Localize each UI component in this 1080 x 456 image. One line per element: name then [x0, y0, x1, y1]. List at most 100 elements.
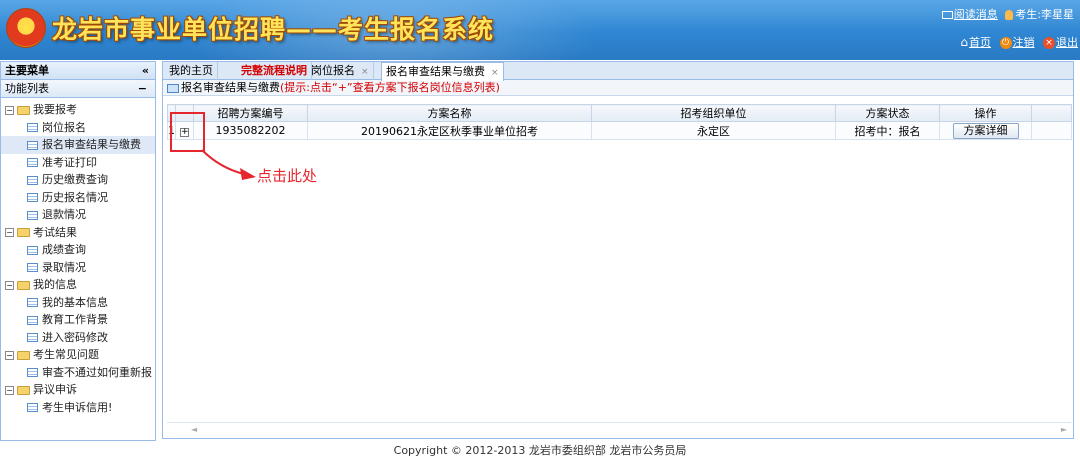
folder-icon: [17, 350, 30, 360]
row-expand-cell: +: [175, 121, 194, 140]
tab-label: 岗位报名: [311, 64, 355, 77]
header-unit[interactable]: 招考组织单位: [591, 104, 836, 122]
tab-home[interactable]: 我的主页: [165, 62, 218, 80]
sidebar-item-admission-print[interactable]: 准考证打印: [1, 154, 155, 172]
scroll-right-icon[interactable]: ►: [1061, 423, 1067, 437]
tree-folder-apply[interactable]: − 我要报考: [1, 101, 155, 119]
page-icon: [27, 298, 38, 307]
row-spacer: [1031, 121, 1072, 140]
page-icon: [27, 368, 38, 377]
sidebar-item-reapply-faq[interactable]: 审查不通过如何重新报: [1, 364, 155, 382]
tree-toggle-icon[interactable]: −: [5, 105, 14, 115]
tab-review-payment[interactable]: 报名审查结果与缴费 ×: [381, 62, 504, 81]
function-list-title: 功能列表: [5, 82, 49, 95]
page-icon: [27, 123, 38, 132]
sidebar-item-label: 准考证打印: [42, 155, 97, 169]
tree-toggle-icon[interactable]: −: [5, 280, 14, 290]
header-status[interactable]: 方案状态: [835, 104, 940, 122]
row-status: 招考中：报名: [835, 121, 940, 140]
tree-folder-my-info[interactable]: − 我的信息: [1, 276, 155, 294]
menu-tree: − 我要报考 岗位报名 报名审查结果与缴费 准考证打印 历史缴费查询 历史报名情况…: [1, 98, 155, 416]
page-icon: [27, 403, 38, 412]
header-bar: 龙岩市事业单位招聘——考生报名系统 阅读消息 考生:李星星 ⌂首页 ⏻注销 ×退…: [0, 0, 1080, 60]
main-panel: 我的主页 完整流程说明 岗位报名 × 报名审查结果与缴费 × 报名审查结果与缴费(提…: [162, 61, 1074, 439]
sidebar-item-appeal[interactable]: 考生申诉信用!: [1, 399, 155, 417]
tree-folder-label: 考生常见问题: [33, 348, 99, 361]
row-unit: 永定区: [591, 121, 836, 140]
system-title: 龙岩市事业单位招聘——考生报名系统: [52, 15, 495, 44]
function-list-toggle[interactable]: −: [138, 80, 147, 97]
scroll-left-icon[interactable]: ◄: [191, 423, 197, 437]
page-icon: [27, 263, 38, 272]
tab-label: 我的主页: [169, 64, 213, 77]
page-icon: [27, 175, 38, 185]
row-name: 20190621永定区秋季事业单位招考: [307, 121, 592, 140]
sidebar-item-admission[interactable]: 录取情况: [1, 259, 155, 277]
panel-hint: (提示:点击“+”查看方案下报名岗位信息列表): [280, 81, 500, 94]
panel-icon: [167, 83, 179, 93]
tree-folder-results[interactable]: − 考试结果: [1, 224, 155, 242]
sidebar-item-apply-history[interactable]: 历史报名情况: [1, 189, 155, 207]
row-action-cell: 方案详细: [939, 121, 1032, 140]
tree-toggle-icon[interactable]: −: [5, 228, 14, 237]
tree-folder-appeal[interactable]: − 异议申诉: [1, 381, 155, 399]
main-menu-title: 主要菜单: [5, 64, 49, 77]
sidebar-item-label: 历史报名情况: [42, 190, 108, 204]
user-label: 考生:李星星: [1015, 8, 1074, 21]
sidebar-item-payment-history[interactable]: 历史缴费查询: [1, 171, 155, 189]
sidebar-item-label: 岗位报名: [42, 120, 86, 134]
sidebar-item-refund[interactable]: 退款情况: [1, 206, 155, 224]
page-icon: [27, 158, 38, 167]
emblem-icon: [6, 8, 46, 48]
read-messages-link[interactable]: 阅读消息: [954, 8, 998, 21]
page-icon: [27, 315, 38, 325]
tab-position-apply[interactable]: 岗位报名 ×: [307, 62, 374, 80]
header-name[interactable]: 方案名称: [307, 104, 592, 122]
sidebar-item-label: 退款情况: [42, 208, 86, 221]
panel-title-bar: 报名审查结果与缴费(提示:点击“+”查看方案下报名岗位信息列表): [163, 80, 1073, 96]
sidebar-item-review-payment[interactable]: 报名审查结果与缴费: [1, 136, 155, 154]
horizontal-scrollbar[interactable]: ◄ ►: [167, 422, 1071, 436]
sidebar-item-label: 我的基本信息: [42, 295, 108, 309]
sidebar-item-label: 报名审查结果与缴费: [42, 138, 141, 151]
close-icon[interactable]: ×: [491, 68, 499, 78]
header-code[interactable]: 招聘方案编号: [193, 104, 308, 122]
tree-folder-label: 考试结果: [33, 225, 77, 239]
tree-toggle-icon[interactable]: −: [5, 385, 14, 395]
tree-folder-faq[interactable]: − 考生常见问题: [1, 346, 155, 364]
user-icon: [1005, 10, 1014, 20]
expand-plus-button[interactable]: +: [180, 128, 189, 137]
main-menu-header: 主要菜单 «: [1, 62, 155, 80]
row-index: 1: [167, 121, 176, 140]
sidebar-item-password[interactable]: 进入密码修改: [1, 329, 155, 347]
top-links: ⌂首页 ⏻ 注销 × 退出: [960, 34, 1080, 50]
logout-link[interactable]: 注销: [1013, 36, 1035, 49]
tree-toggle-icon[interactable]: −: [5, 350, 14, 360]
function-list-header: 功能列表 −: [1, 80, 155, 98]
tab-full-process[interactable]: 完整流程说明: [237, 62, 312, 80]
sidebar-item-label: 考生申诉信用!: [42, 400, 113, 414]
user-area: 阅读消息 考生:李星星: [941, 6, 1074, 22]
plan-detail-button[interactable]: 方案详细: [952, 122, 1019, 139]
exit-link[interactable]: 退出: [1056, 36, 1078, 49]
home-link[interactable]: 首页: [969, 36, 991, 49]
close-icon[interactable]: ×: [361, 67, 369, 77]
table-row[interactable]: 1 + 1935082202 20190621永定区秋季事业单位招考 永定区 招…: [167, 121, 1072, 140]
header-expand: [175, 104, 194, 122]
exit-icon: ×: [1043, 37, 1055, 49]
tab-label: 完整流程说明: [241, 64, 307, 77]
sidebar-item-position-apply[interactable]: 岗位报名: [1, 119, 155, 137]
header-index: [167, 104, 176, 122]
tree-folder-label: 我要报考: [33, 103, 77, 116]
page-icon: [27, 193, 38, 202]
collapse-sidebar-button[interactable]: «: [142, 62, 149, 79]
sidebar-item-label: 录取情况: [42, 260, 86, 274]
sidebar-item-label: 进入密码修改: [42, 330, 108, 344]
page-icon: [27, 333, 38, 342]
sidebar-item-basic-info[interactable]: 我的基本信息: [1, 294, 155, 312]
sidebar-item-education[interactable]: 教育工作背景: [1, 311, 155, 329]
footer-copyright: Copyright © 2012-2013 龙岩市委组织部 龙岩市公务员局: [393, 444, 687, 456]
sidebar-item-score[interactable]: 成绩查询: [1, 241, 155, 259]
header-action[interactable]: 操作: [939, 104, 1032, 122]
sidebar-item-label: 成绩查询: [42, 243, 86, 256]
